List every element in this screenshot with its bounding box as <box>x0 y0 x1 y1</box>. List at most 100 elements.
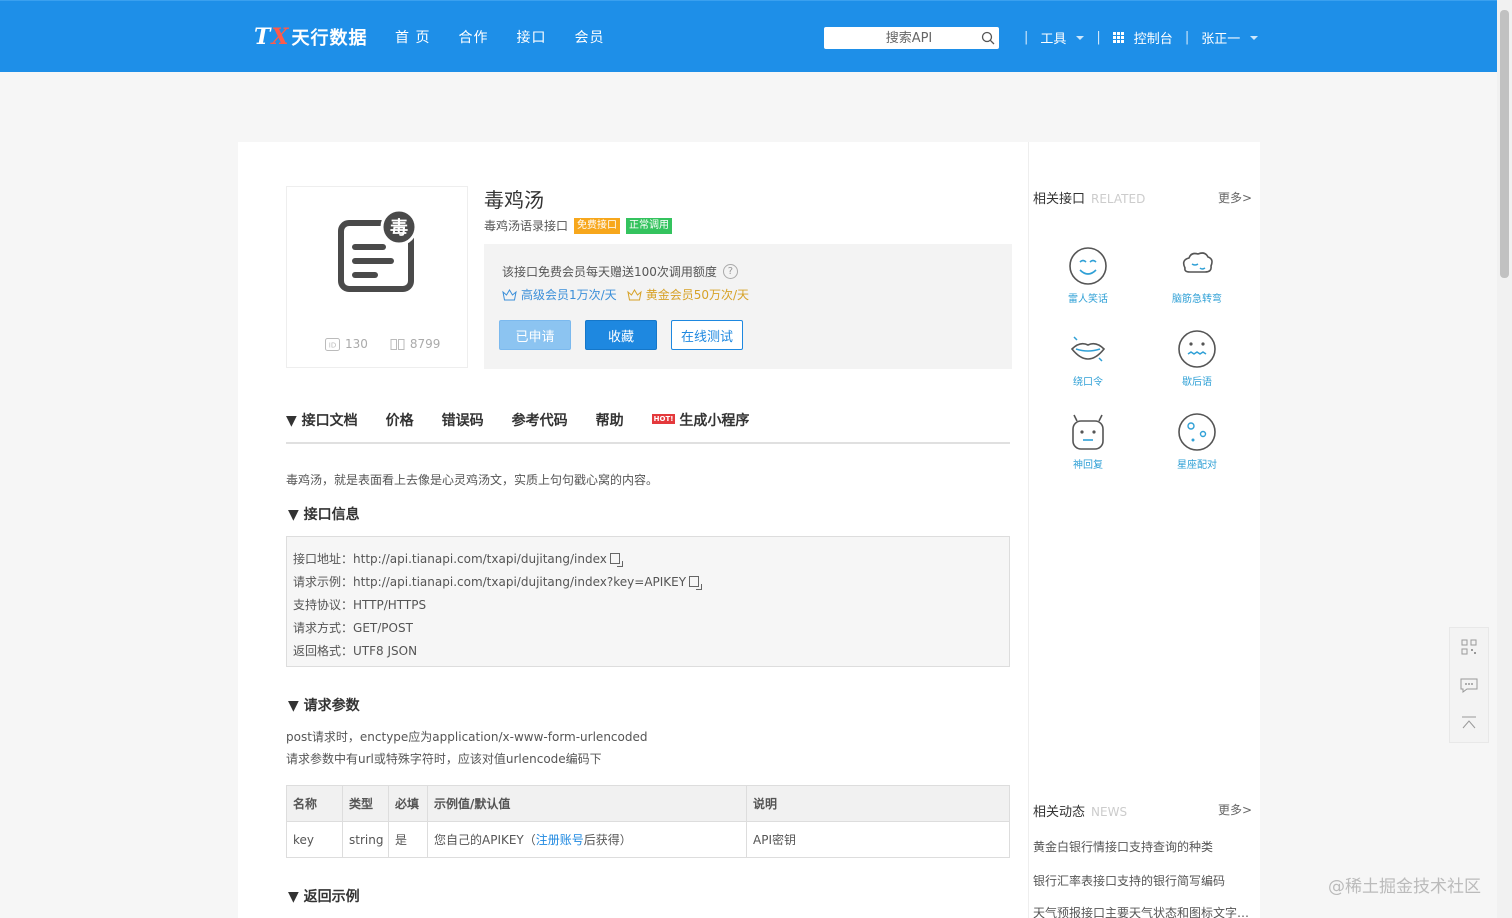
cell-example: 您自己的APIKEY（注册账号后获得） <box>427 821 747 858</box>
nav-member[interactable]: 会员 <box>574 27 604 47</box>
tier-senior[interactable]: 高级会员1万次/天 <box>502 286 617 303</box>
poison-document-icon: 毒 <box>338 209 418 292</box>
book-icon <box>390 338 405 350</box>
lips-icon <box>1070 336 1106 362</box>
tab-error-codes[interactable]: 错误码 <box>442 410 484 442</box>
news-item[interactable]: 黄金白银行情接口支持查询的种类 <box>1033 838 1253 855</box>
nav-cooperation[interactable]: 合作 <box>458 27 488 47</box>
tab-help[interactable]: 帮助 <box>596 410 624 442</box>
search-icon[interactable] <box>981 31 995 45</box>
table-row: key string 是 您自己的APIKEY（注册账号后获得） API密钥 <box>286 821 1010 858</box>
applied-button[interactable]: 已申请 <box>499 320 571 350</box>
cell-desc: API密钥 <box>746 821 1010 858</box>
api-detail-panel: 毒 ID 130 8799 毒鸡汤 毒鸡汤语录接口 免费接口 正常调用 该接口免… <box>238 142 1028 918</box>
info-row: 返回格式： UTF8 JSON <box>293 639 1003 662</box>
cell-name: key <box>286 821 343 858</box>
tools-dropdown[interactable]: 工具 <box>1040 28 1085 47</box>
th-example: 示例值/默认值 <box>427 785 747 822</box>
user-dropdown[interactable]: 张正一 <box>1201 28 1259 47</box>
params-table: 名称 类型 必填 示例值/默认值 说明 key string 是 您自己的API… <box>286 785 1010 858</box>
related-label: 绕口令 <box>1073 377 1103 388</box>
example-pre: 您自己的APIKEY（ <box>434 833 536 847</box>
related-item[interactable]: 绕口令 <box>1048 329 1128 388</box>
related-item[interactable]: 神回复 <box>1048 412 1128 471</box>
vertical-scrollbar[interactable] <box>1497 0 1512 918</box>
robot-face-icon <box>1072 414 1104 450</box>
copy-icon[interactable] <box>689 576 703 590</box>
doc-tabs: ▼ 接口文档 价格 错误码 参考代码 帮助 HOT! 生成小程序 <box>286 410 1010 444</box>
info-row: 请求方式： GET/POST <box>293 616 1003 639</box>
tab-mini-program[interactable]: HOT! 生成小程序 <box>651 410 749 442</box>
site-logo[interactable]: TX 天行数据 <box>254 23 367 51</box>
api-id-value: 130 <box>345 337 368 351</box>
related-item[interactable]: 星座配对 <box>1157 412 1237 471</box>
info-row: 支持协议： HTTP/HTTPS <box>293 593 1003 616</box>
info-row: 接口地址： http://api.tianapi.com/txapi/dujita… <box>293 547 1003 570</box>
info-value: GET/POST <box>353 620 413 635</box>
related-item[interactable]: 雷人笑话 <box>1048 246 1128 305</box>
news-header: 相关动态 NEWS <box>1033 801 1127 820</box>
api-description: 毒鸡汤，就是表面看上去像是心灵鸡汤文，实质上句句戳心窝的内容。 <box>286 473 659 487</box>
related-item[interactable]: 歇后语 <box>1157 329 1237 388</box>
table-header-row: 名称 类型 必填 示例值/默认值 说明 <box>286 785 1010 822</box>
main-nav: 首 页 合作 接口 会员 <box>395 27 604 47</box>
params-note-2: 请求参数中有url或特殊字符时，应该对值urlencode编码下 <box>286 752 602 766</box>
section-title-params[interactable]: ▼ 请求参数 <box>288 695 360 715</box>
feedback-button[interactable] <box>1450 666 1488 704</box>
status-badge: 正常调用 <box>626 217 673 234</box>
action-buttons: 已申请 收藏 在线测试 <box>499 320 743 350</box>
register-link[interactable]: 注册账号 <box>536 833 584 847</box>
nav-api[interactable]: 接口 <box>516 27 546 47</box>
search-input[interactable] <box>824 27 974 49</box>
crown-icon <box>502 288 517 300</box>
api-views: 8799 <box>390 337 440 351</box>
chevron-down-icon <box>1250 35 1259 40</box>
help-icon[interactable]: ? <box>722 264 738 279</box>
related-more-link[interactable]: 更多> <box>1218 189 1252 206</box>
qrcode-button[interactable] <box>1450 628 1488 666</box>
back-to-top-button[interactable] <box>1450 704 1488 742</box>
news-title: 相关动态 <box>1033 805 1086 820</box>
laughing-face-icon <box>1069 247 1107 285</box>
news-item[interactable]: 银行汇率表接口支持的银行简写编码 <box>1033 872 1253 889</box>
tier-gold[interactable]: 黄金会员50万次/天 <box>626 286 749 303</box>
info-value: http://api.tianapi.com/txapi/dujitang/in… <box>353 574 687 589</box>
console-link[interactable]: 控制台 <box>1112 28 1173 47</box>
section-title-info[interactable]: ▼ 接口信息 <box>288 504 360 524</box>
quota-text: 该接口免费会员每天赠送100次调用额度 <box>502 265 717 279</box>
news-item[interactable]: 天气预报接口主要天气状态和图标文字说明 <box>1033 904 1253 918</box>
related-item[interactable]: 脑筋急转弯 <box>1157 246 1237 305</box>
logo-text: 天行数据 <box>291 28 368 49</box>
th-type: 类型 <box>342 785 389 822</box>
api-thumbnail: 毒 ID 130 8799 <box>286 186 468 368</box>
divider: | <box>1096 30 1101 45</box>
news-more-link[interactable]: 更多> <box>1218 801 1252 818</box>
online-test-button[interactable]: 在线测试 <box>671 320 743 350</box>
related-header: 相关接口 RELATED <box>1033 188 1145 207</box>
chevron-down-icon <box>1076 35 1085 40</box>
scrollbar-thumb[interactable] <box>1500 10 1509 278</box>
tab-price[interactable]: 价格 <box>386 410 414 442</box>
info-key: 接口地址： <box>293 552 354 566</box>
divider: | <box>1184 30 1190 45</box>
brain-icon <box>1182 252 1213 273</box>
grid-icon <box>1112 32 1124 43</box>
copy-icon[interactable] <box>609 553 623 567</box>
api-subtitle-text: 毒鸡汤语录接口 <box>484 219 569 233</box>
th-required: 必填 <box>388 785 428 822</box>
nav-home[interactable]: 首 页 <box>395 27 430 47</box>
info-row: 请求示例： http://api.tianapi.com/txapi/dujita… <box>293 570 1003 593</box>
console-label: 控制台 <box>1133 32 1173 47</box>
favorite-button[interactable]: 收藏 <box>585 320 657 350</box>
api-info-box: 接口地址： http://api.tianapi.com/txapi/dujita… <box>286 536 1010 667</box>
tab-sample-code[interactable]: 参考代码 <box>512 410 568 442</box>
api-id: ID 130 <box>325 337 368 351</box>
tab-api-doc[interactable]: ▼ 接口文档 <box>286 410 358 442</box>
member-tiers: 高级会员1万次/天 黄金会员50万次/天 <box>502 286 749 303</box>
search-box <box>824 27 999 49</box>
info-key: 请求示例： <box>293 575 354 589</box>
related-label: 脑筋急转弯 <box>1172 294 1222 305</box>
params-note-1: post请求时，enctype应为application/x-www-form-… <box>286 730 648 744</box>
section-title-return[interactable]: ▼ 返回示例 <box>288 886 360 906</box>
info-key: 请求方式： <box>293 621 354 635</box>
